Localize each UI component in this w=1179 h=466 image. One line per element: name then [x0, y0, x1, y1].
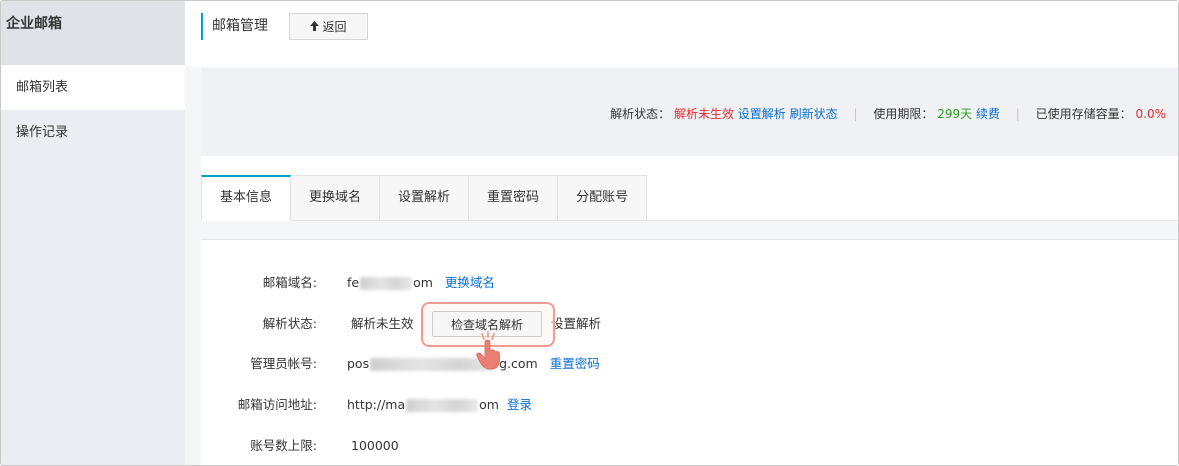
resolve-status-label: 解析状态：	[610, 107, 671, 121]
check-domain-resolve-button[interactable]: 检查域名解析	[432, 311, 542, 337]
limit-label: 账号数上限:	[250, 438, 317, 453]
back-button[interactable]: 返回	[289, 13, 368, 40]
tab-change-domain[interactable]: 更换域名	[291, 175, 381, 221]
sidebar-item-operation-log[interactable]: 操作记录	[1, 110, 185, 155]
domain-suffix: om	[413, 275, 433, 290]
limit-value: 100000	[351, 438, 399, 453]
back-button-label: 返回	[322, 20, 347, 34]
storage-label: 已使用存储容量：	[1035, 107, 1132, 121]
divider: |	[1015, 107, 1020, 121]
app-window: 企业邮箱 邮箱列表 操作记录 邮箱管理 返回 解析状态： 解析未生效 设置解析 …	[0, 0, 1179, 466]
resolve-status-value: 解析未生效	[673, 107, 734, 121]
main-panel: 邮箱管理 返回 解析状态： 解析未生效 设置解析 刷新状态 | 使用期限： 29…	[185, 1, 1178, 465]
resolve-value: 解析未生效	[351, 316, 414, 331]
login-link[interactable]: 登录	[507, 397, 532, 412]
admin-label: 管理员帐号:	[250, 356, 317, 371]
tab-bar: 基本信息 更换域名 设置解析 重置密码 分配账号	[201, 175, 648, 221]
sidebar-item-mailbox-list[interactable]: 邮箱列表	[1, 65, 185, 110]
sidebar-title: 企业邮箱	[1, 1, 185, 65]
expire-value: 299天	[937, 107, 973, 121]
renew-link[interactable]: 续费	[976, 105, 1000, 122]
set-resolve-link-inline[interactable]: 设置解析	[551, 314, 601, 334]
reset-password-link[interactable]: 重置密码	[550, 356, 600, 371]
status-line: 解析状态： 解析未生效 设置解析 刷新状态 | 使用期限： 299天 续费 | …	[610, 105, 1166, 122]
tab-set-resolve[interactable]: 设置解析	[380, 175, 470, 221]
tabs-area: 基本信息 更换域名 设置解析 重置密码 分配账号	[201, 156, 1178, 221]
admin-suffix: g.com	[499, 356, 538, 371]
change-domain-link[interactable]: 更换域名	[445, 275, 495, 290]
tab-reset-password[interactable]: 重置密码	[469, 175, 559, 221]
domain-prefix: fe	[347, 275, 360, 290]
arrow-up-icon	[310, 20, 320, 34]
url-prefix: http://ma	[347, 397, 406, 412]
page-title: 邮箱管理	[201, 13, 268, 40]
header: 邮箱管理 返回	[185, 1, 1178, 67]
url-suffix: om	[479, 397, 499, 412]
divider: |	[853, 107, 858, 121]
tab-basic-info[interactable]: 基本信息	[201, 175, 292, 221]
redacted-mask	[406, 399, 479, 412]
tab-assign-account[interactable]: 分配账号	[558, 175, 648, 221]
set-resolve-link[interactable]: 设置解析	[738, 105, 786, 122]
domain-value: fe om 更换域名	[347, 273, 495, 293]
expire-label: 使用期限：	[873, 107, 934, 121]
storage-value: 0.0%	[1135, 107, 1167, 121]
admin-prefix: pos	[347, 356, 370, 371]
url-value: http://ma om 登录	[347, 395, 532, 415]
domain-label: 邮箱域名:	[262, 275, 317, 290]
admin-value: pos g.com 重置密码	[347, 354, 600, 374]
redacted-mask	[360, 277, 413, 290]
status-bar: 解析状态： 解析未生效 设置解析 刷新状态 | 使用期限： 299天 续费 | …	[201, 68, 1178, 156]
sidebar: 企业邮箱 邮箱列表 操作记录	[1, 1, 185, 465]
info-panel: 邮箱域名: fe om 更换域名 解析状态: 解析未生效 设置解析 管理员帐号: …	[201, 239, 1178, 465]
refresh-status-link[interactable]: 刷新状态	[790, 105, 838, 122]
resolve-label: 解析状态:	[262, 316, 317, 331]
url-label: 邮箱访问地址:	[237, 397, 317, 412]
redacted-mask	[370, 358, 499, 371]
